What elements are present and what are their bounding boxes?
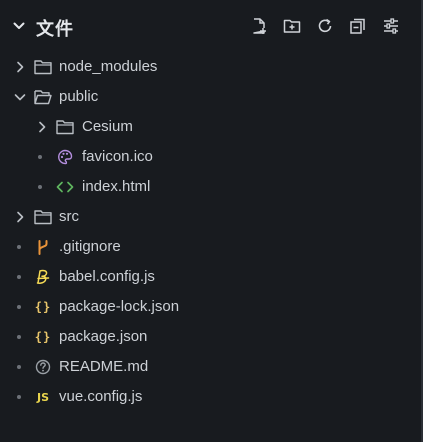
palette-icon (56, 148, 74, 166)
tree-item-index-html[interactable]: index.html (0, 172, 421, 202)
tree-item-label: src (59, 208, 79, 225)
tree-item-gitignore[interactable]: .gitignore (0, 232, 421, 262)
tree-item-src[interactable]: src (0, 202, 421, 232)
refresh-icon (318, 18, 332, 33)
chevron-down-icon[interactable] (12, 19, 26, 33)
json-icon: {} (34, 330, 52, 344)
chevron-right-icon[interactable] (35, 120, 49, 134)
tree-item-label: node_modules (59, 58, 158, 75)
bullet-dot (17, 245, 21, 249)
tree-item-label: index.html (82, 178, 151, 195)
folder-open-icon (34, 88, 52, 106)
tree-item-package-json[interactable]: {} package.json (0, 322, 421, 352)
bullet-dot (17, 335, 21, 339)
explorer-toolbar (249, 16, 401, 36)
chevron-right-icon[interactable] (13, 210, 27, 224)
tree-item-favicon[interactable]: favicon.ico (0, 142, 421, 172)
refresh-button[interactable] (315, 16, 335, 36)
new-file-icon (253, 18, 266, 34)
git-branch-icon (34, 238, 52, 256)
tree-item-label: .gitignore (59, 238, 121, 255)
tree-item-node-modules[interactable]: node_modules (0, 52, 421, 82)
bullet-dot (38, 185, 42, 189)
question-circle-icon (34, 358, 52, 376)
tree-item-label: package.json (59, 328, 148, 345)
javascript-icon: JS (36, 390, 49, 404)
sliders-icon (384, 18, 398, 34)
folder-icon (34, 58, 52, 76)
settings-button[interactable] (381, 16, 401, 36)
tree-item-label: public (59, 88, 99, 105)
tree-item-public[interactable]: public (0, 82, 421, 112)
bullet-dot (38, 155, 42, 159)
tree-item-label: babel.config.js (59, 268, 155, 285)
tree-item-vue-config[interactable]: JS vue.config.js (0, 382, 421, 412)
new-folder-button[interactable] (282, 16, 302, 36)
tree-item-babel-config[interactable]: babel.config.js (0, 262, 421, 292)
file-tree: node_modules public Cesium favicon.ico i… (0, 52, 421, 412)
bullet-dot (17, 395, 21, 399)
bullet-dot (17, 305, 21, 309)
tree-item-package-lock[interactable]: {} package-lock.json (0, 292, 421, 322)
code-brackets-icon (56, 178, 74, 196)
collapse-all-button[interactable] (348, 16, 368, 36)
new-file-button[interactable] (249, 16, 269, 36)
panel-title: 文件 (36, 19, 74, 40)
explorer-panel: 文件 node_modules public Cesium favicon.ic… (0, 0, 423, 442)
chevron-down-icon[interactable] (13, 90, 27, 104)
tree-item-label: Cesium (82, 118, 133, 135)
tree-item-label: vue.config.js (59, 388, 143, 405)
bullet-dot (17, 275, 21, 279)
explorer-header: 文件 (0, 0, 421, 52)
babel-icon (34, 268, 52, 286)
tree-item-label: favicon.ico (82, 148, 153, 165)
chevron-right-icon[interactable] (13, 60, 27, 74)
tree-item-label: package-lock.json (59, 298, 180, 315)
folder-icon (56, 118, 74, 136)
collapse-all-icon (350, 18, 365, 34)
new-folder-icon (283, 19, 301, 33)
tree-item-readme[interactable]: README.md (0, 352, 421, 382)
json-icon: {} (34, 300, 52, 314)
bullet-dot (17, 365, 21, 369)
tree-item-cesium[interactable]: Cesium (0, 112, 421, 142)
tree-item-label: README.md (59, 358, 149, 375)
folder-icon (34, 208, 52, 226)
